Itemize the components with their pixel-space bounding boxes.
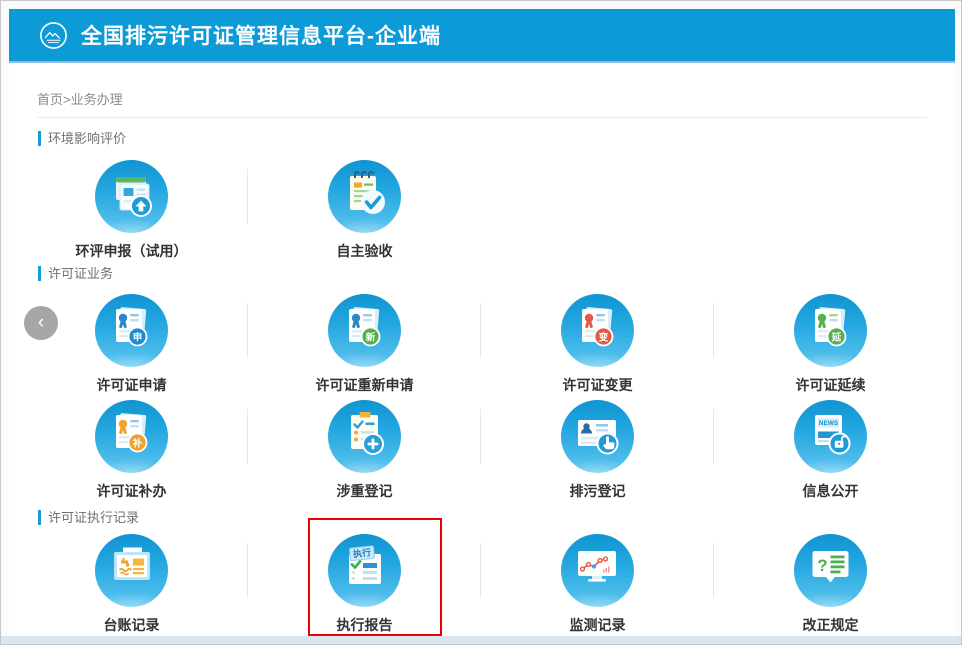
news-text: NEWS — [819, 420, 839, 427]
monitor-chart-icon — [561, 534, 634, 607]
section-title-eia: 环境影响评价 — [38, 131, 955, 146]
certificate-icon: 延 — [794, 294, 867, 367]
banner-text: 执行 — [352, 546, 371, 559]
execution-report-icon: 执行 — [328, 534, 401, 607]
bottom-strip — [1, 636, 962, 644]
app-item-label: 涉重登记 — [337, 481, 393, 501]
badge-char: 补 — [132, 437, 143, 449]
app-item-monitoring-records[interactable]: 监测记录 — [481, 534, 714, 631]
ledger-icon — [95, 534, 168, 607]
grid-exec-records: 台账记录 执行 — [9, 534, 955, 631]
certificate-icon: 补 — [95, 400, 168, 473]
notepad-check-icon — [328, 160, 401, 233]
app-item-discharge-register[interactable]: 排污登记 — [481, 400, 714, 497]
clipboard-plus-icon — [328, 400, 401, 473]
book-question-icon: ? — [794, 534, 867, 607]
app-item-label: 许可证申请 — [97, 375, 167, 395]
app-item-label: 许可证变更 — [563, 375, 633, 395]
app-item-label: 台账记录 — [104, 615, 160, 635]
question-glyph: ? — [817, 556, 827, 575]
app-item-label: 许可证延续 — [796, 375, 866, 395]
app-item-permit-renew[interactable]: 延 许可证延续 — [714, 294, 947, 391]
carousel-prev-button[interactable]: ‹ — [24, 306, 58, 340]
breadcrumb[interactable]: 首页>业务办理 — [37, 63, 927, 118]
badge-char: 申 — [133, 331, 143, 343]
app-window: 全国排污许可证管理信息平台-企业端 首页>业务办理 环境影响评价 — [0, 0, 962, 645]
app-item-execution-report[interactable]: 执行 执行报告 — [248, 534, 481, 631]
app-item-label: 自主验收 — [337, 241, 393, 261]
app-item-label: 执行报告 — [337, 615, 393, 635]
app-item-label: 信息公开 — [803, 481, 859, 501]
app-item-label: 许可证重新申请 — [316, 375, 414, 395]
app-item-permit-change[interactable]: 变 许可证变更 — [481, 294, 714, 391]
doc-upload-icon — [95, 160, 168, 233]
app-item-permit-reapply[interactable]: 新 许可证重新申请 — [248, 294, 481, 391]
app-item-self-acceptance[interactable]: 自主验收 — [248, 160, 481, 257]
app-item-heavy-metal-register[interactable]: 涉重登记 — [248, 400, 481, 497]
app-item-label: 排污登记 — [570, 481, 626, 501]
idcard-hand-icon — [561, 400, 634, 473]
news-unlock-icon: NEWS — [794, 400, 867, 473]
badge-char: 延 — [831, 331, 842, 343]
badge-char: 新 — [366, 331, 376, 343]
app-item-label: 改正规定 — [803, 615, 859, 635]
app-item-eia-declare[interactable]: 环评申报（试用） — [15, 160, 248, 257]
certificate-icon: 申 — [95, 294, 168, 367]
page-title: 全国排污许可证管理信息平台-企业端 — [81, 20, 441, 50]
section-title-exec-records: 许可证执行记录 — [38, 510, 955, 525]
app-item-label: 许可证补办 — [97, 481, 167, 501]
certificate-icon: 变 — [561, 294, 634, 367]
content-card: 全国排污许可证管理信息平台-企业端 首页>业务办理 环境影响评价 — [9, 9, 955, 638]
app-item-permit-replace[interactable]: 补 许可证补办 — [15, 400, 248, 497]
mee-logo-icon — [39, 21, 68, 50]
grid-permit: 申 许可证申请 — [9, 294, 955, 497]
app-item-label: 监测记录 — [570, 615, 626, 635]
badge-char: 变 — [599, 331, 609, 343]
grid-eia: 环评申报（试用） — [9, 160, 955, 257]
app-item-correction-rules[interactable]: ? 改正规定 — [714, 534, 947, 631]
app-item-ledger-records[interactable]: 台账记录 — [15, 534, 248, 631]
app-header: 全国排污许可证管理信息平台-企业端 — [9, 9, 955, 63]
app-item-info-disclosure[interactable]: NEWS 信息公开 — [714, 400, 947, 497]
app-item-label: 环评申报（试用） — [76, 241, 188, 261]
section-title-permit: 许可证业务 — [38, 266, 955, 281]
certificate-icon: 新 — [328, 294, 401, 367]
